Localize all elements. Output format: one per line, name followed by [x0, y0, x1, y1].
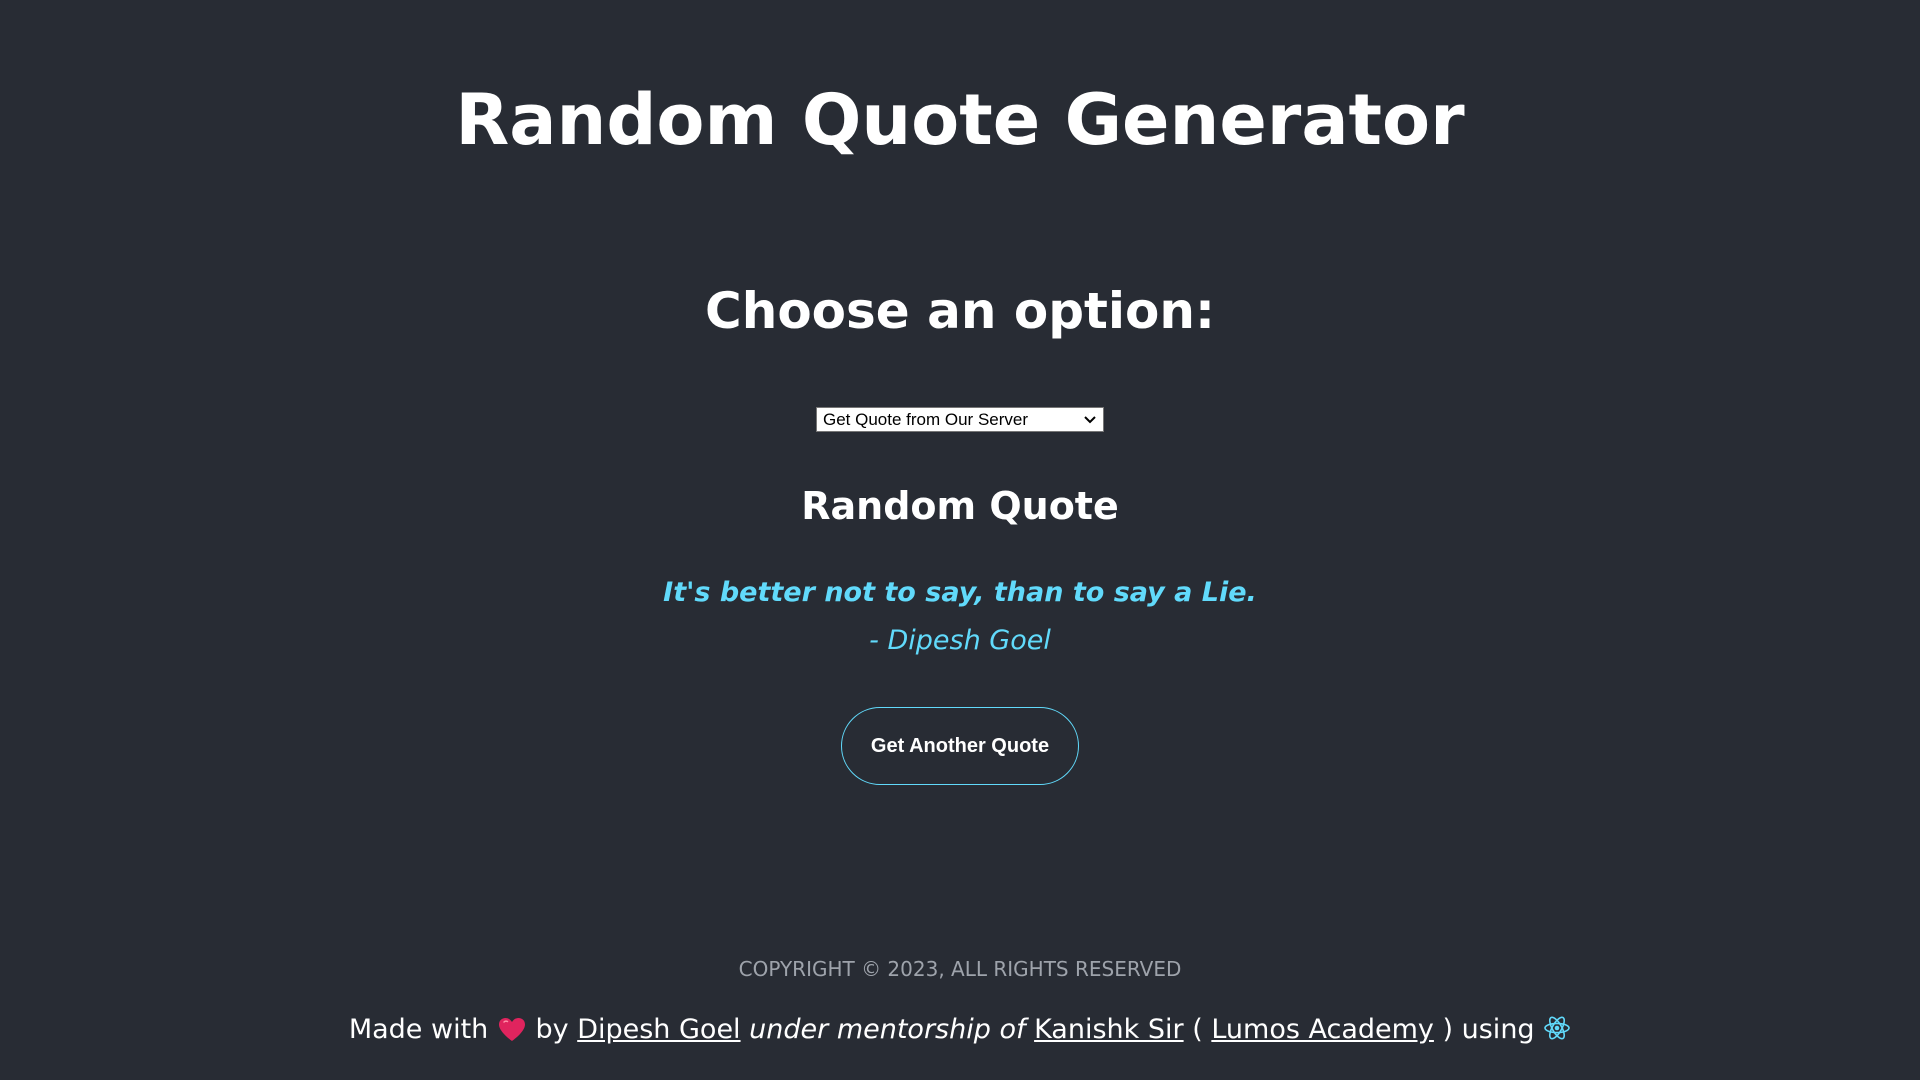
quote-heading: Random Quote [801, 484, 1119, 528]
page: Random Quote Generator Choose an option:… [0, 0, 1920, 1080]
heart-icon [497, 1015, 527, 1053]
react-logo-icon [1543, 1014, 1571, 1053]
chevron-down-icon[interactable] [1083, 408, 1097, 431]
author-link[interactable]: Dipesh Goel [577, 1014, 740, 1045]
made-with-text: Made with [348, 1014, 489, 1045]
mentor-link[interactable]: Kanishk Sir [1034, 1014, 1184, 1045]
get-another-quote-button[interactable]: Get Another Quote [841, 707, 1079, 785]
open-paren-text: ( [1192, 1014, 1203, 1045]
quote-source-selected-value: Get Quote from Our Server [823, 410, 1029, 429]
quote-text: It's better not to say, than to say a Li… [663, 577, 1257, 608]
quote-author: - Dipesh Goel [869, 625, 1051, 656]
quote-source-select-box[interactable]: Get Quote from Our Server [816, 407, 1104, 432]
credits-line: Made with by Dipesh Goel under mentorshi… [0, 1011, 1920, 1053]
page-title: Random Quote Generator [455, 79, 1465, 161]
using-text: ) using [1442, 1014, 1535, 1045]
quote-source-select[interactable]: Get Quote from Our Server [816, 407, 1104, 432]
under-mentorship-text: under mentorship of [749, 1014, 1026, 1045]
copyright-text: COPYRIGHT © 2023, ALL RIGHTS RESERVED [738, 957, 1182, 981]
by-text: by [535, 1014, 569, 1045]
choose-option-heading: Choose an option: [705, 282, 1215, 340]
academy-link[interactable]: Lumos Academy [1211, 1014, 1434, 1045]
